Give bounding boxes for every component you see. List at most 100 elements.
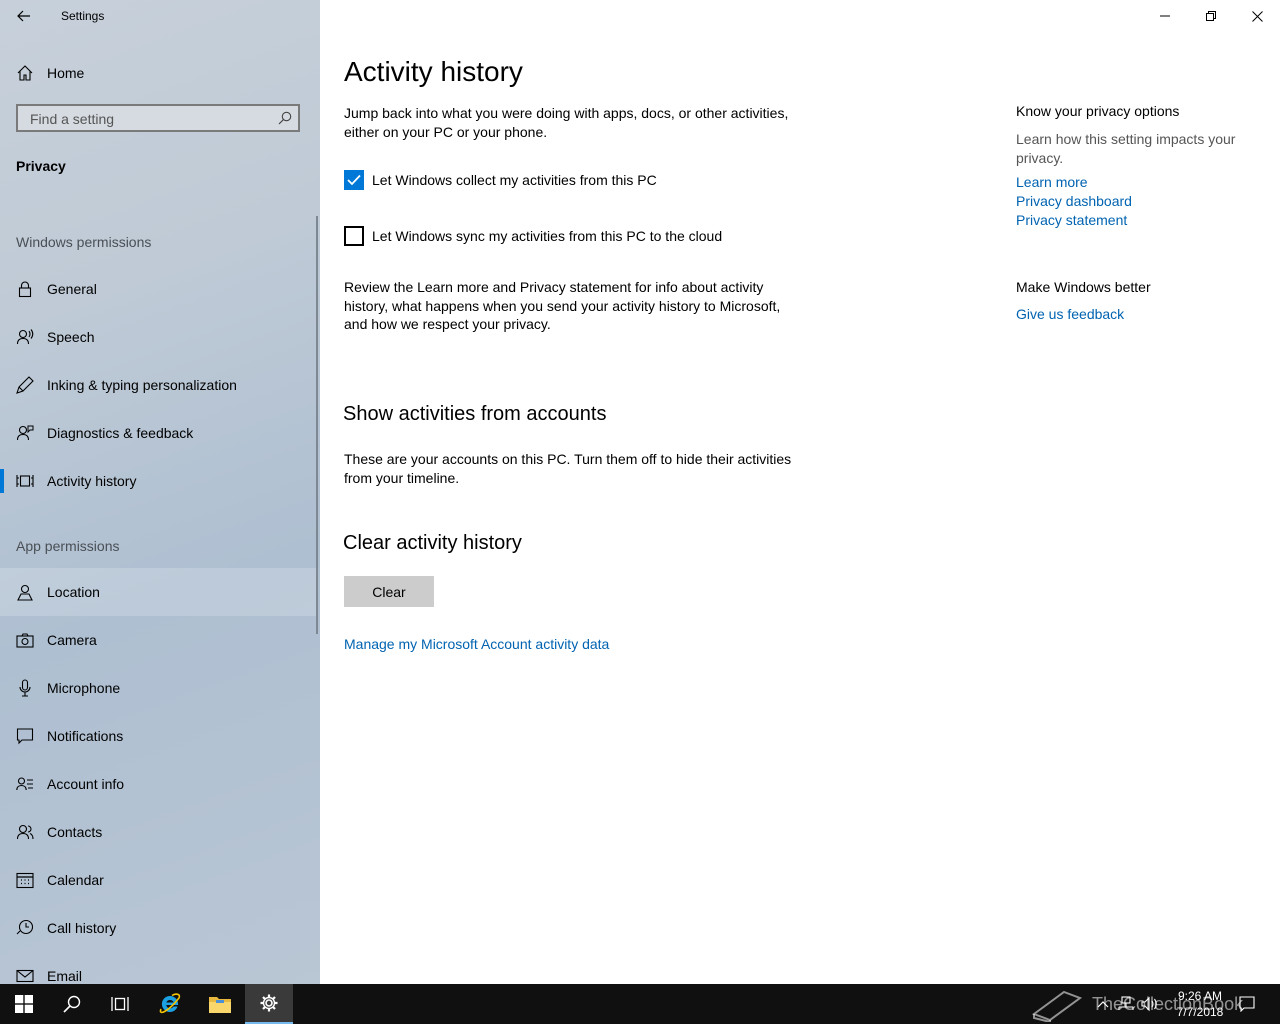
search-box[interactable] xyxy=(16,104,300,132)
sidebar-item-speech[interactable]: Speech xyxy=(0,313,318,361)
close-icon xyxy=(1251,10,1263,22)
sidebar-item-email[interactable]: Email xyxy=(0,952,318,984)
sidebar-item-camera[interactable]: Camera xyxy=(0,616,318,664)
lock-icon xyxy=(18,281,32,298)
windows-permissions-heading: Windows permissions xyxy=(16,234,152,250)
location-icon xyxy=(17,584,33,601)
sidebar-item-label: Email xyxy=(47,968,83,984)
sidebar-item-notifications[interactable]: Notifications xyxy=(0,712,318,760)
manage-account-activity-link[interactable]: Manage my Microsoft Account activity dat… xyxy=(344,636,609,652)
close-button[interactable] xyxy=(1234,0,1280,32)
diagnostics-icon xyxy=(16,425,34,441)
active-indicator xyxy=(0,469,4,493)
sidebar-item-general[interactable]: General xyxy=(0,265,318,313)
sidebar: Settings Home Privacy Windows permission… xyxy=(0,0,320,984)
sidebar-item-location[interactable]: Location xyxy=(0,568,318,616)
sidebar-item-call-history[interactable]: Call history xyxy=(0,904,318,952)
give-feedback-link[interactable]: Give us feedback xyxy=(1016,306,1124,322)
sidebar-item-label: Calendar xyxy=(47,872,104,888)
task-view-icon xyxy=(111,997,129,1011)
sidebar-item-label: Notifications xyxy=(47,728,124,744)
sidebar-item-label: Camera xyxy=(47,632,97,648)
app-permissions-heading: App permissions xyxy=(16,538,120,554)
chevron-up-icon xyxy=(1097,1001,1109,1008)
collect-activities-checkbox[interactable] xyxy=(344,170,364,190)
start-button[interactable] xyxy=(0,984,48,1024)
call-history-icon xyxy=(16,919,34,935)
privacy-dashboard-link[interactable]: Privacy dashboard xyxy=(1016,193,1132,209)
collect-activities-label: Let Windows collect my activities from t… xyxy=(372,172,657,188)
sidebar-item-label: Diagnostics & feedback xyxy=(47,425,194,441)
sidebar-item-label: Microphone xyxy=(47,680,121,696)
clock-date: 7/7/2018 xyxy=(1176,1005,1224,1019)
clear-button[interactable]: Clear xyxy=(344,576,434,607)
sync-activities-checkbox[interactable] xyxy=(344,226,364,246)
volume-tray-button[interactable] xyxy=(1138,984,1162,1024)
clock[interactable]: 9:26 AM 7/7/2018 xyxy=(1170,988,1230,1020)
sidebar-item-label: Location xyxy=(47,584,100,600)
microphone-icon xyxy=(19,679,31,697)
activity-history-icon xyxy=(16,475,34,487)
search-icon[interactable] xyxy=(278,111,292,125)
network-tray-button[interactable] xyxy=(1114,984,1138,1024)
sidebar-item-microphone[interactable]: Microphone xyxy=(0,664,318,712)
sidebar-item-account-info[interactable]: Account info xyxy=(0,760,318,808)
intro-text: Jump back into what you were doing with … xyxy=(344,105,789,140)
section-title: Privacy xyxy=(16,158,66,174)
account-info-icon xyxy=(16,777,33,791)
sync-activities-checkbox-row[interactable]: Let Windows sync my activities from this… xyxy=(344,226,722,246)
back-button[interactable] xyxy=(8,4,40,28)
gear-icon xyxy=(260,994,278,1012)
sidebar-item-label: General xyxy=(47,281,97,297)
minimize-button[interactable] xyxy=(1142,0,1188,32)
checkmark-icon xyxy=(347,174,361,186)
edge-browser-button[interactable] xyxy=(146,984,194,1024)
sidebar-item-label: Inking & typing personalization xyxy=(47,377,237,393)
sidebar-item-inking-typing[interactable]: Inking & typing personalization xyxy=(0,361,318,409)
privacy-statement-link[interactable]: Privacy statement xyxy=(1016,212,1127,228)
search-icon xyxy=(63,995,81,1013)
sidebar-item-diagnostics[interactable]: Diagnostics & feedback xyxy=(0,409,318,457)
sidebar-item-activity-history[interactable]: Activity history xyxy=(0,457,318,505)
sidebar-item-label: Contacts xyxy=(47,824,103,840)
speech-icon xyxy=(16,329,34,345)
restore-icon xyxy=(1206,11,1216,21)
review-text: Review the Learn more and Privacy statem… xyxy=(344,279,781,332)
search-input[interactable] xyxy=(28,109,272,129)
learn-more-link[interactable]: Learn more xyxy=(1016,174,1088,190)
sync-activities-label: Let Windows sync my activities from this… xyxy=(372,228,723,244)
taskbar-search-button[interactable] xyxy=(48,984,96,1024)
settings-taskbar-button[interactable] xyxy=(245,984,293,1024)
internet-explorer-icon xyxy=(159,993,181,1014)
make-windows-better-heading: Make Windows better xyxy=(1016,279,1151,295)
notifications-icon xyxy=(1239,996,1255,1012)
show-hidden-icons-button[interactable] xyxy=(1092,984,1114,1024)
clear-heading: Clear activity history xyxy=(343,532,522,554)
email-icon xyxy=(16,969,34,983)
windows-logo-icon xyxy=(15,995,33,1013)
title-bar: Settings xyxy=(0,0,320,32)
window-controls xyxy=(1142,0,1280,32)
taskbar: TheCollectionBook 9:26 AM 7/7/2018 xyxy=(0,984,1280,1024)
inking-icon xyxy=(16,376,34,394)
contacts-icon xyxy=(16,824,34,840)
app-title: Settings xyxy=(61,9,105,23)
camera-icon xyxy=(16,633,34,648)
sidebar-item-home[interactable]: Home xyxy=(0,56,320,90)
file-explorer-button[interactable] xyxy=(196,984,244,1024)
action-center-button[interactable] xyxy=(1232,984,1262,1024)
minimize-icon xyxy=(1160,15,1170,17)
sidebar-item-contacts[interactable]: Contacts xyxy=(0,808,318,856)
network-icon xyxy=(1118,996,1134,1010)
sidebar-item-label: Activity history xyxy=(47,473,137,489)
accounts-heading: Show activities from accounts xyxy=(343,403,607,425)
sidebar-item-label: Account info xyxy=(47,776,125,792)
folder-icon xyxy=(209,997,231,1013)
sidebar-scrollbar[interactable] xyxy=(316,216,318,634)
collect-activities-checkbox-row[interactable]: Let Windows collect my activities from t… xyxy=(344,170,657,190)
volume-icon xyxy=(1141,996,1157,1012)
task-view-button[interactable] xyxy=(96,984,144,1024)
sidebar-item-calendar[interactable]: Calendar xyxy=(0,856,318,904)
restore-button[interactable] xyxy=(1188,0,1234,32)
page-title: Activity history xyxy=(344,56,523,87)
